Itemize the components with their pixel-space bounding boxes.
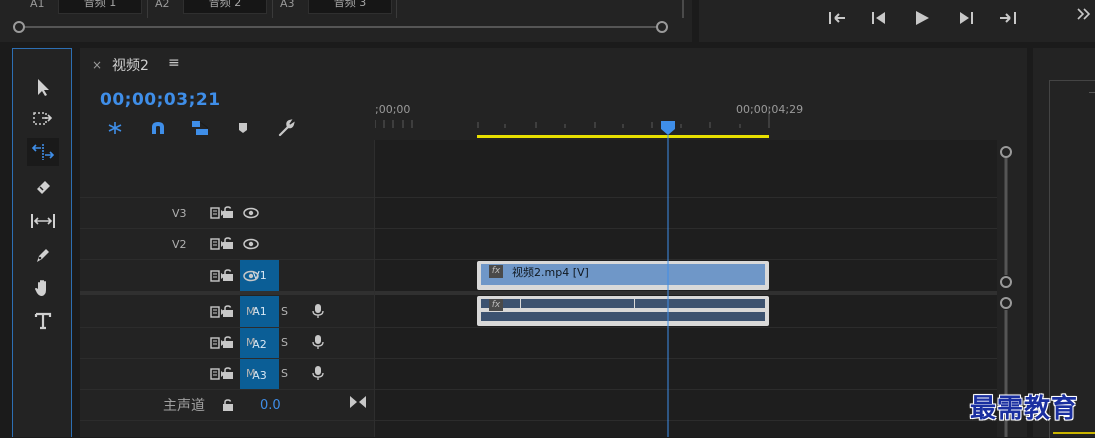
program-monitor-controls: [699, 0, 1095, 42]
track-header-a1: A1 M S: [80, 296, 375, 327]
microphone-icon[interactable]: [312, 334, 324, 350]
mark-out-icon[interactable]: [995, 6, 1021, 30]
source-monitor-strip: A1 音频 1 A2 音频 2 A3 音频 3: [0, 0, 692, 42]
mute-button[interactable]: M: [246, 367, 256, 380]
panel-menu-icon[interactable]: ≡: [168, 55, 180, 71]
pen-tool-icon[interactable]: [27, 241, 59, 269]
razor-tool-icon[interactable]: [27, 173, 59, 201]
fx-badge[interactable]: fx: [489, 299, 503, 311]
source-zoom-scrollbar[interactable]: [12, 20, 672, 34]
more-icon[interactable]: [1071, 2, 1095, 26]
close-icon[interactable]: ×: [92, 58, 102, 72]
track-header-v1: V1: [80, 260, 375, 291]
time-ruler[interactable]: ;00;00 00;00;04;29: [375, 98, 997, 140]
sync-lock-icon[interactable]: [210, 337, 226, 349]
fx-badge[interactable]: fx: [489, 265, 503, 278]
track-header-v2: V2: [80, 229, 375, 259]
source-track-name[interactable]: 音频 1: [58, 0, 142, 14]
sync-lock-icon[interactable]: [210, 207, 226, 219]
mute-button[interactable]: M: [246, 305, 256, 318]
source-track-name[interactable]: 音频 3: [308, 0, 392, 14]
video-clip[interactable]: fx 视频2.mp4 [V]: [477, 261, 769, 290]
ruler-end-label: 00;00;04;29: [736, 103, 804, 116]
microphone-icon[interactable]: [312, 303, 324, 319]
sync-lock-icon[interactable]: [210, 238, 226, 250]
slip-tool-icon[interactable]: [27, 207, 59, 235]
microphone-icon[interactable]: [312, 365, 324, 381]
step-back-icon[interactable]: [866, 6, 892, 30]
source-track-label: A1: [30, 0, 45, 10]
eye-icon[interactable]: [243, 238, 259, 250]
nest-icon[interactable]: [104, 117, 126, 139]
eye-icon[interactable]: [243, 207, 259, 219]
playhead-timecode[interactable]: 00;00;03;21: [100, 90, 221, 110]
wrench-icon[interactable]: [275, 117, 297, 139]
snap-icon[interactable]: [147, 117, 169, 139]
sequence-tab-title[interactable]: 视频2: [112, 55, 149, 75]
solo-button[interactable]: S: [281, 367, 288, 380]
go-to-in-out-icon[interactable]: [349, 395, 367, 409]
mark-in-icon[interactable]: [824, 6, 850, 30]
track-header-v3: V3: [80, 198, 375, 228]
playhead[interactable]: [660, 120, 676, 437]
mute-button[interactable]: M: [246, 336, 256, 349]
play-icon[interactable]: [909, 6, 935, 30]
master-volume-value[interactable]: 0.0: [260, 398, 281, 413]
ruler-start-label: ;00;00: [375, 103, 411, 116]
step-forward-icon[interactable]: [953, 6, 979, 30]
watermark-text: 最需教育: [970, 394, 1079, 424]
hand-tool-icon[interactable]: [27, 274, 59, 302]
source-track-label: A2: [155, 0, 170, 10]
solo-button[interactable]: S: [281, 305, 288, 318]
eye-icon[interactable]: [243, 270, 259, 282]
type-tool-icon[interactable]: [27, 307, 59, 335]
track-name: V2: [172, 238, 187, 251]
add-marker-icon[interactable]: [232, 117, 254, 139]
sync-lock-icon[interactable]: [210, 270, 226, 282]
linked-selection-icon[interactable]: [189, 117, 211, 139]
source-track-label: A3: [280, 0, 295, 10]
solo-button[interactable]: S: [281, 336, 288, 349]
video-clip-name: 视频2.mp4 [V]: [512, 266, 589, 279]
audio-clip[interactable]: fx: [477, 296, 769, 326]
side-panel: [1033, 48, 1095, 438]
master-track-label: 主声道: [163, 398, 205, 414]
tools-panel: [12, 48, 72, 437]
sync-lock-icon[interactable]: [210, 368, 226, 380]
track-name: V3: [172, 207, 187, 220]
track-header-a3: A3 M S: [80, 359, 375, 389]
ripple-edit-tool-icon[interactable]: [27, 138, 59, 166]
track-select-tool-icon[interactable]: [27, 105, 59, 133]
lock-icon[interactable]: [222, 399, 234, 411]
track-header-a2: A2 M S: [80, 328, 375, 358]
sync-lock-icon[interactable]: [210, 306, 226, 318]
track-header-master: 主声道 0.0: [80, 390, 375, 420]
source-track-name[interactable]: 音频 2: [183, 0, 267, 14]
selection-tool-icon[interactable]: [27, 73, 59, 101]
